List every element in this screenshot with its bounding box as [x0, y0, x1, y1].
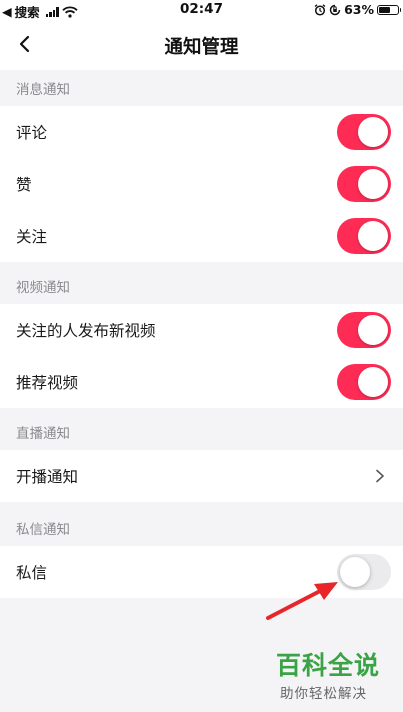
section-header-dm: 私信通知	[0, 510, 403, 546]
status-bar: ◀ 搜索 02:47 63%	[0, 0, 403, 20]
row-direct-message: 私信	[0, 546, 403, 598]
recommended-video-toggle[interactable]	[337, 364, 391, 400]
toggle-knob	[358, 169, 388, 199]
alarm-icon	[314, 3, 326, 16]
section-header-video: 视频通知	[0, 268, 403, 304]
row-live-start[interactable]: 开播通知	[0, 450, 403, 502]
row-follow: 关注	[0, 210, 403, 262]
direct-message-toggle[interactable]	[337, 554, 391, 590]
row-label: 开播通知	[16, 468, 79, 486]
toggle-knob	[340, 557, 370, 587]
watermark-logo: 百科全说 助你轻松解决	[270, 646, 392, 706]
comment-toggle[interactable]	[337, 114, 391, 150]
toggle-knob	[358, 315, 388, 345]
row-label: 推荐视频	[16, 374, 79, 392]
row-recommended-video: 推荐视频	[0, 356, 403, 408]
toggle-knob	[358, 367, 388, 397]
page-title: 通知管理	[164, 37, 239, 58]
battery-percent: 63%	[344, 2, 374, 17]
chevron-right-icon[interactable]	[375, 469, 385, 483]
toggle-knob	[358, 117, 388, 147]
rotation-lock-icon	[329, 4, 341, 15]
watermark-subtitle: 助你轻松解决	[280, 686, 367, 702]
row-label: 评论	[16, 124, 48, 142]
follow-toggle[interactable]	[337, 218, 391, 254]
watermark-title: 百科全说	[276, 651, 381, 680]
red-arrow-annotation	[266, 582, 338, 620]
status-bar-right: 63%	[314, 2, 401, 17]
toggle-knob	[358, 221, 388, 251]
section-header-message: 消息通知	[0, 70, 403, 106]
followed-new-video-toggle[interactable]	[337, 312, 391, 348]
section-header-live: 直播通知	[0, 414, 403, 450]
row-label: 私信	[16, 564, 48, 582]
row-like: 赞	[0, 158, 403, 210]
row-label: 关注	[16, 228, 48, 246]
battery-icon	[377, 4, 401, 15]
row-label: 赞	[16, 176, 32, 194]
like-toggle[interactable]	[337, 166, 391, 202]
row-comment: 评论	[0, 106, 403, 158]
row-label: 关注的人发布新视频	[16, 322, 156, 340]
nav-bar: 通知管理	[0, 20, 403, 70]
row-followed-new-video: 关注的人发布新视频	[0, 304, 403, 356]
